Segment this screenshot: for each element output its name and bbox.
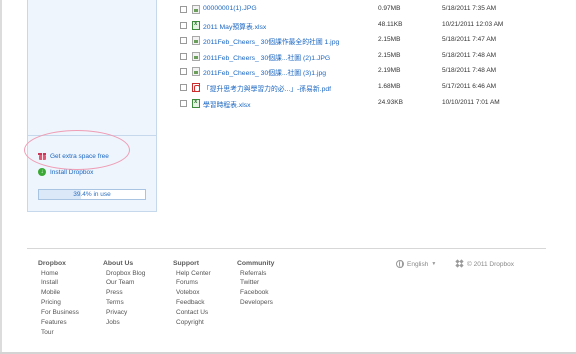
footer-link[interactable]: Forums: [173, 278, 211, 288]
footer-link[interactable]: Terms: [103, 298, 145, 308]
file-size: 2.15MB: [378, 51, 401, 59]
file-size: 48.11KB: [378, 20, 403, 28]
footer-link[interactable]: Developers: [237, 298, 274, 308]
footer-link[interactable]: Pricing: [38, 298, 79, 308]
footer-link[interactable]: Install: [38, 278, 79, 288]
image-file-icon: [192, 67, 200, 77]
file-name-link[interactable]: 2011 May預算表.xlsx: [203, 21, 266, 31]
install-dropbox-link[interactable]: ↓ Install Dropbox: [38, 168, 93, 176]
footer-link[interactable]: Help Center: [173, 269, 211, 279]
file-checkbox[interactable]: [180, 99, 187, 107]
file-size: 0.97MB: [378, 5, 401, 12]
window-frame-left: [0, 0, 2, 354]
file-row[interactable]: 00000001(1).JPG 0.97MB 5/18/2011 7:35 AM: [178, 2, 538, 18]
footer-link[interactable]: Twitter: [237, 278, 274, 288]
footer-link[interactable]: Dropbox Blog: [103, 269, 145, 279]
footer-heading: Dropbox: [38, 260, 66, 267]
footer-link[interactable]: Privacy: [103, 308, 145, 318]
footer-link[interactable]: Mobile: [38, 288, 79, 298]
file-row[interactable]: 學習時程表.xlsx 24.93KB 10/10/2011 7:01 AM: [178, 96, 538, 112]
footer-link[interactable]: Referrals: [237, 269, 274, 279]
footer-link[interactable]: Features: [38, 318, 79, 328]
dropbox-logo-icon: [455, 259, 464, 268]
footer-link[interactable]: Contact Us: [173, 308, 211, 318]
image-file-icon: [192, 5, 200, 14]
file-modified-date: 10/10/2011 7:01 AM: [442, 98, 500, 106]
gift-icon: [38, 152, 46, 160]
file-checkbox[interactable]: [180, 83, 187, 91]
file-checkbox[interactable]: [180, 6, 187, 13]
image-file-icon: [192, 51, 200, 61]
copyright: © 2011 Dropbox: [455, 259, 514, 268]
footer-link[interactable]: Press: [103, 288, 145, 298]
file-name-link[interactable]: 2011Feb_Cheers_ 30個課...社圖 (2)1.JPG: [203, 52, 330, 62]
download-icon: ↓: [38, 168, 46, 176]
file-name-link[interactable]: 2011Feb_Cheers_ 30個課作最全的社圖 1.jpg: [203, 36, 339, 46]
globe-icon: [396, 260, 404, 268]
footer-divider: [27, 248, 546, 249]
install-dropbox-label: Install Dropbox: [50, 168, 94, 176]
file-size: 1.68MB: [378, 82, 401, 90]
file-list: 00000001(1).JPG 0.97MB 5/18/2011 7:35 AM 20…: [178, 2, 538, 111]
file-size: 24.93KB: [378, 98, 403, 106]
file-modified-date: 5/18/2011 7:48 AM: [442, 67, 497, 75]
copyright-text: © 2011 Dropbox: [467, 260, 514, 268]
file-row[interactable]: 2011Feb_Cheers_ 30個課...社圖 (2)1.JPG 2.15MB…: [178, 49, 538, 65]
file-row[interactable]: 「提升思考力與學習力的必...」-孫易新.pdf 1.68MB 5/17/2011 …: [178, 80, 538, 96]
footer-link[interactable]: Home: [38, 269, 79, 279]
footer-link[interactable]: Facebook: [237, 288, 274, 298]
footer-link[interactable]: Jobs: [103, 318, 145, 328]
storage-usage-text: 39.4% in use: [73, 191, 111, 198]
file-row[interactable]: 2011Feb_Cheers_ 30個課作最全的社圖 1.jpg 2.15MB 5/…: [178, 33, 538, 49]
sidebar-divider: [28, 135, 156, 136]
footer-link[interactable]: Votebox: [173, 288, 211, 298]
file-checkbox[interactable]: [180, 52, 187, 60]
get-extra-space-link[interactable]: Get extra space free: [38, 152, 109, 160]
footer-column-support: Support Help Center Forums Votebox Feedback C…: [173, 260, 211, 328]
chevron-down-icon: ▼: [431, 261, 437, 267]
file-modified-date: 10/21/2011 12:03 AM: [442, 20, 504, 28]
language-selector[interactable]: English ▼: [396, 260, 436, 268]
file-name-link[interactable]: 00000001(1).JPG: [203, 5, 257, 12]
file-row[interactable]: 2011 May預算表.xlsx 48.11KB 10/21/2011 12:03 …: [178, 18, 538, 34]
footer-link[interactable]: Feedback: [173, 298, 211, 308]
footer-heading: About Us: [103, 260, 134, 267]
excel-file-icon: [192, 98, 200, 108]
file-checkbox[interactable]: [180, 21, 187, 29]
footer-heading: Community: [237, 260, 275, 267]
file-name-link[interactable]: 學習時程表.xlsx: [203, 99, 251, 109]
sidebar: Get extra space free ↓ Install Dropbox 3…: [27, 0, 157, 212]
file-modified-date: 5/18/2011 7:48 AM: [442, 51, 497, 59]
footer-link[interactable]: Tour: [38, 328, 79, 338]
footer-link[interactable]: Our Team: [103, 278, 145, 288]
language-label: English: [407, 260, 429, 268]
pdf-file-icon: [192, 82, 200, 92]
file-size: 2.15MB: [378, 36, 401, 44]
file-row[interactable]: 2011Feb_Cheers_ 30個課...社圖 (3)1.jpg 2.19MB…: [178, 64, 538, 80]
file-checkbox[interactable]: [180, 37, 187, 45]
file-name-link[interactable]: 「提升思考力與學習力的必...」-孫易新.pdf: [203, 83, 331, 93]
file-modified-date: 5/17/2011 6:46 AM: [442, 82, 497, 90]
image-file-icon: [192, 36, 200, 46]
storage-usage-bar: 39.4% in use: [38, 189, 146, 200]
footer-column-dropbox: Dropbox Home Install Mobile Pricing For Busin…: [38, 260, 79, 338]
footer-column-community: Community Referrals Twitter Facebook Develop…: [237, 260, 274, 308]
excel-file-icon: [192, 20, 200, 30]
footer-column-about: About Us Dropbox Blog Our Team Press Terms Pr…: [103, 260, 145, 328]
file-checkbox[interactable]: [180, 68, 187, 76]
footer-link[interactable]: For Business: [38, 308, 79, 318]
get-extra-space-label: Get extra space free: [50, 152, 109, 160]
footer-heading: Support: [173, 260, 200, 267]
file-modified-date: 5/18/2011 7:35 AM: [442, 5, 497, 12]
file-size: 2.19MB: [378, 67, 401, 75]
file-name-link[interactable]: 2011Feb_Cheers_ 30個課...社圖 (3)1.jpg: [203, 67, 326, 77]
footer-link[interactable]: Copyright: [173, 318, 211, 328]
file-modified-date: 5/18/2011 7:47 AM: [442, 36, 497, 44]
